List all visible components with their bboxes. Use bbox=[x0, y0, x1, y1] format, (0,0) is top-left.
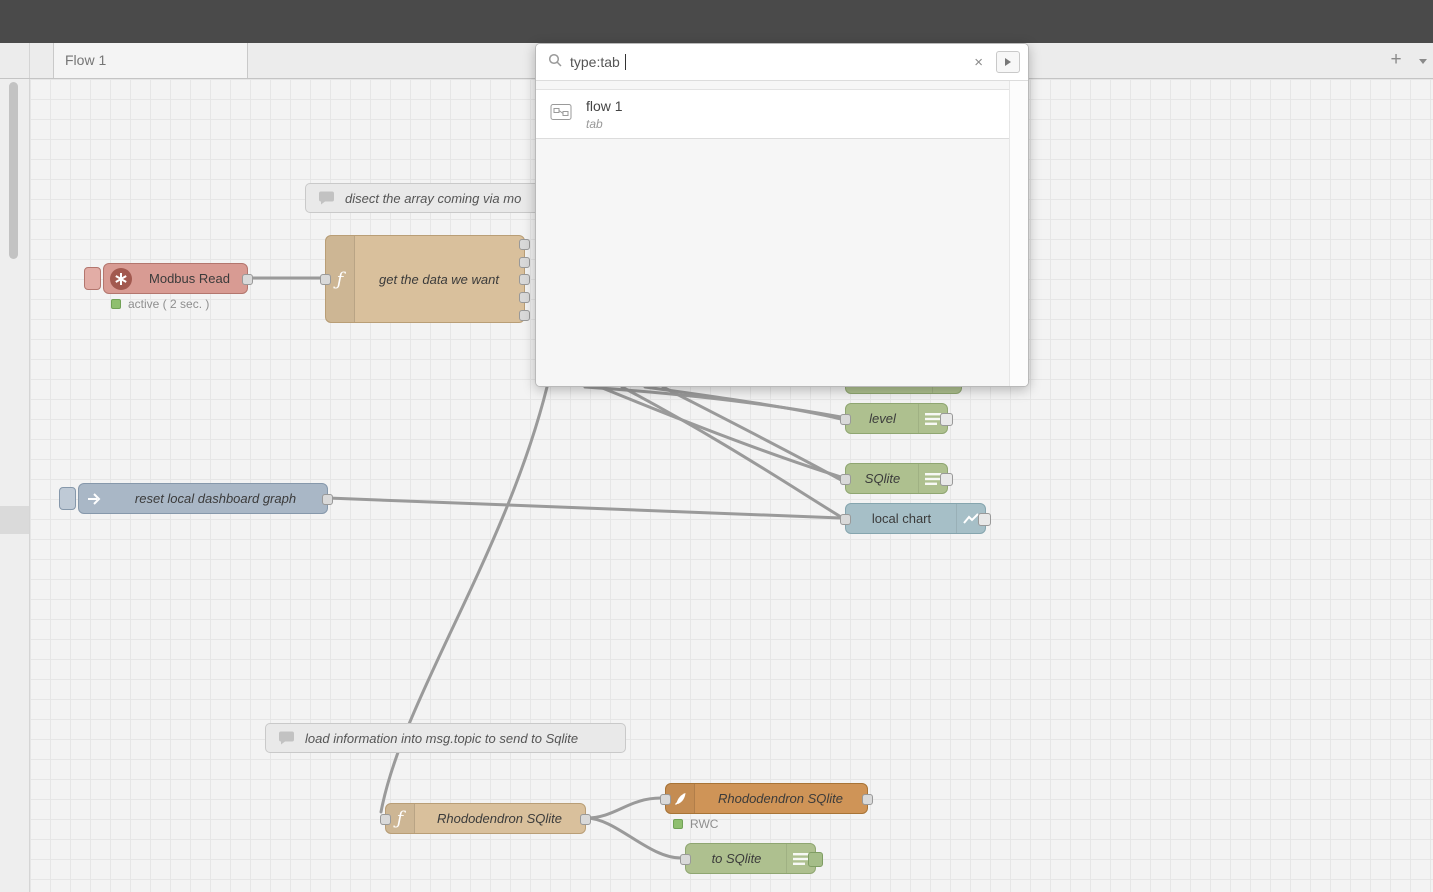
text-cursor bbox=[624, 54, 626, 70]
node-rhododendron-sqlite[interactable]: Rhododendron SQlite RWC bbox=[660, 783, 873, 831]
comment-text: load information into msg.topic to send … bbox=[305, 730, 579, 746]
tab-label: Flow 1 bbox=[65, 52, 107, 68]
modbus-icon bbox=[110, 267, 132, 290]
right-caret-icon bbox=[1005, 58, 1011, 66]
search-input[interactable]: type:tab bbox=[570, 54, 961, 70]
node-reset-dashboard-graph[interactable]: reset local dashboard graph bbox=[59, 483, 333, 514]
node-label: Rhododendron SQlite bbox=[717, 791, 844, 806]
input-port[interactable] bbox=[380, 814, 391, 825]
search-result-flow1[interactable]: flow 1 tab bbox=[536, 89, 1009, 139]
node-status: RWC bbox=[673, 817, 718, 831]
down-caret-icon bbox=[1419, 58, 1427, 64]
search-options-button[interactable] bbox=[996, 51, 1020, 73]
status-text: active ( 2 sec. ) bbox=[128, 297, 210, 311]
output-port-3[interactable] bbox=[519, 274, 530, 285]
clear-search-button[interactable]: × bbox=[969, 54, 988, 71]
input-port[interactable] bbox=[840, 474, 851, 485]
node-button[interactable] bbox=[84, 267, 101, 290]
comment-node-load-info[interactable]: load information into msg.topic to send … bbox=[265, 723, 626, 753]
tabbar-left-spacer bbox=[0, 43, 30, 78]
output-port[interactable] bbox=[940, 473, 953, 486]
input-port[interactable] bbox=[840, 514, 851, 525]
output-port-2[interactable] bbox=[519, 257, 530, 268]
node-label: Rhododendron SQlite bbox=[436, 811, 563, 826]
output-port[interactable] bbox=[322, 494, 333, 505]
output-port-5[interactable] bbox=[519, 310, 530, 321]
comment-icon bbox=[278, 730, 296, 746]
node-level[interactable]: level bbox=[840, 403, 953, 434]
node-local-chart[interactable]: local chart bbox=[840, 503, 991, 534]
header-bar bbox=[0, 0, 1433, 43]
comment-node-disect-array[interactable]: disect the array coming via mo bbox=[305, 183, 555, 213]
scrollbar-thumb[interactable] bbox=[9, 82, 18, 259]
result-subtitle: tab bbox=[586, 116, 603, 131]
tab-menu-button[interactable] bbox=[1413, 43, 1433, 78]
comment-text: disect the array coming via mo bbox=[345, 190, 522, 206]
results-scrollbar-track[interactable] bbox=[1009, 81, 1028, 386]
tab-flow-1[interactable]: Flow 1 bbox=[53, 43, 248, 78]
node-sqlite[interactable]: SQlite bbox=[840, 463, 953, 494]
node-red-editor: Flow 1 + disect the array coming via mo bbox=[0, 0, 1433, 892]
output-port[interactable] bbox=[862, 794, 873, 805]
node-modbus-read[interactable]: Modbus Read active ( 2 sec. ) bbox=[84, 263, 253, 311]
node-label: get the data we want bbox=[379, 271, 499, 287]
output-port[interactable] bbox=[242, 274, 253, 285]
result-text: flow 1 tab bbox=[586, 98, 623, 131]
inject-arrow-icon bbox=[86, 491, 104, 507]
node-function-rhododendron[interactable]: ƒ Rhododendron SQlite bbox=[380, 803, 591, 834]
output-port[interactable] bbox=[580, 814, 591, 825]
status-dot-icon bbox=[673, 819, 683, 829]
search-bar[interactable]: type:tab × bbox=[536, 44, 1028, 81]
output-port[interactable] bbox=[808, 852, 823, 867]
output-port[interactable] bbox=[940, 413, 953, 426]
search-dialog: type:tab × flow 1 tab bbox=[535, 43, 1029, 387]
add-tab-button[interactable]: + bbox=[1383, 43, 1409, 78]
search-icon bbox=[548, 53, 562, 72]
node-label: reset local dashboard graph bbox=[134, 491, 297, 506]
input-port[interactable] bbox=[320, 274, 331, 285]
node-function-get-data[interactable]: ƒ get the data we want bbox=[320, 235, 530, 323]
flow-tab-icon bbox=[550, 103, 572, 126]
search-results: flow 1 tab bbox=[536, 81, 1028, 386]
status-text: RWC bbox=[690, 817, 719, 831]
comment-icon bbox=[318, 190, 336, 206]
node-label: Modbus Read bbox=[149, 271, 230, 286]
palette-block bbox=[0, 506, 29, 534]
palette-strip bbox=[0, 79, 30, 892]
inject-button[interactable] bbox=[59, 487, 76, 510]
result-title: flow 1 bbox=[586, 97, 623, 114]
input-port[interactable] bbox=[680, 854, 691, 865]
status-dot-icon bbox=[111, 299, 121, 309]
output-port-1[interactable] bbox=[519, 239, 530, 250]
input-port[interactable] bbox=[840, 414, 851, 425]
search-query: type:tab bbox=[570, 54, 620, 70]
node-to-sqlite[interactable]: to SQlite bbox=[680, 843, 823, 874]
output-port-4[interactable] bbox=[519, 292, 530, 303]
output-port[interactable] bbox=[978, 513, 991, 526]
input-port[interactable] bbox=[660, 794, 671, 805]
node-status: active ( 2 sec. ) bbox=[111, 297, 209, 311]
